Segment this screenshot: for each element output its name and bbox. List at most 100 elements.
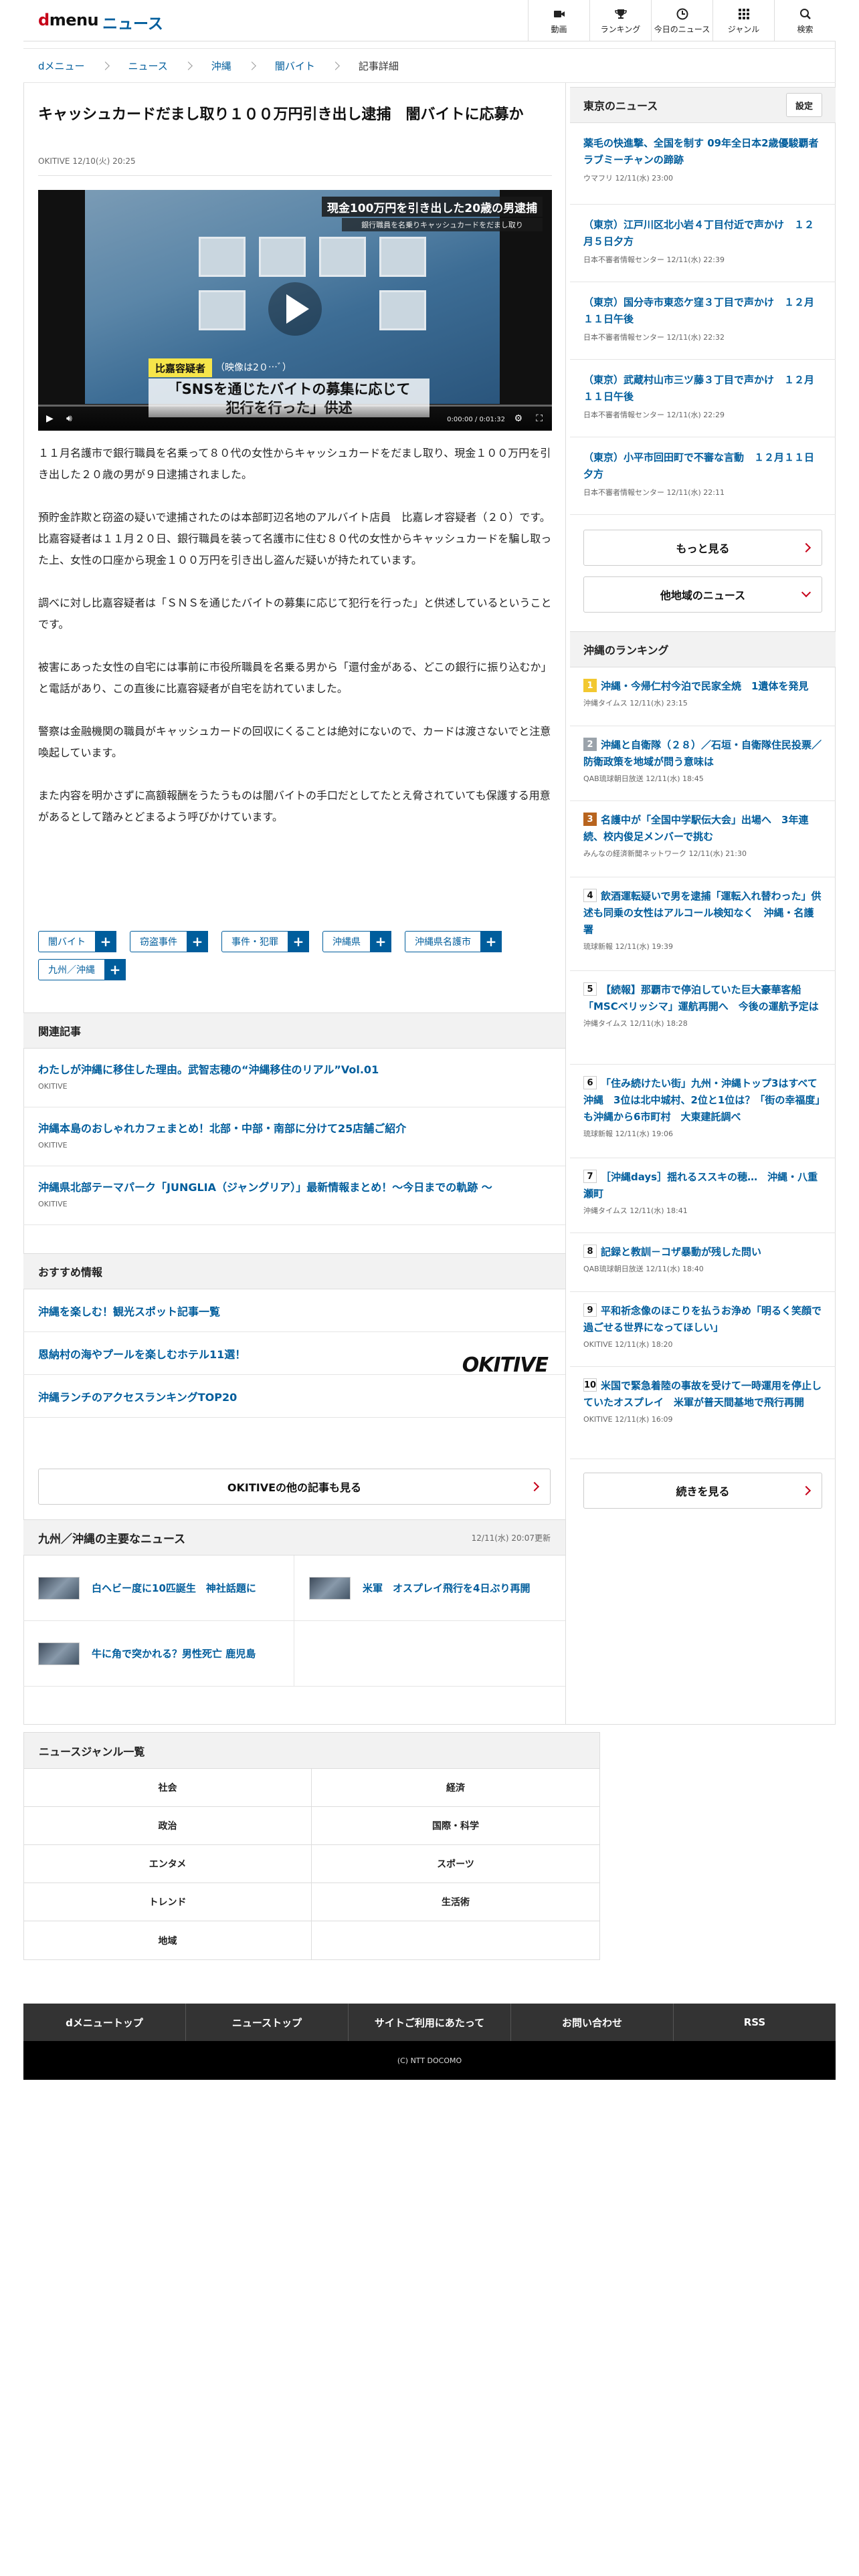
recommend-item[interactable]: 沖縄を楽しむ！観光スポット記事一覧 <box>23 1289 565 1332</box>
tokyo-news-item[interactable]: （東京）小平市回田町で不審な言動 １２月１１日夕方 日本不審者情報センター 12… <box>570 437 836 515</box>
news-logo[interactable]: ニュース <box>102 11 163 33</box>
settings-icon[interactable]: ⚙ <box>514 413 522 424</box>
follow-plus-icon[interactable]: + <box>480 931 502 952</box>
topic-tag[interactable]: 沖縄県 + <box>322 931 391 952</box>
ranking-title[interactable]: 9 平和祈念像のほこりを払うお浄め「明るく笑顔で過ごせる世界になってほしい」 <box>583 1303 822 1336</box>
other-region-button[interactable]: 他地域のニュース <box>583 576 822 613</box>
topic-tag[interactable]: 闇バイト + <box>38 931 116 952</box>
dmenu-logo[interactable]: dmenu <box>38 11 99 29</box>
tokyo-news-title[interactable]: （東京）武蔵村山市三ツ藤３丁目で声かけ １２月１１日午後 <box>583 372 822 405</box>
nav-search[interactable]: 検索 <box>774 0 836 41</box>
volume-icon[interactable]: 🔊︎ <box>66 413 72 424</box>
genre-item[interactable]: 社会 <box>24 1769 312 1807</box>
ranking-title[interactable]: 10 米国で緊急着陸の事故を受けて一時運用を停止していたオスプレイ 米軍が普天間基… <box>583 1378 822 1411</box>
ranking-title[interactable]: 5 【続報】那覇市で停泊していた巨大豪華客船「MSCベリッシマ」運航再開へ 今後の… <box>583 982 822 1015</box>
tokyo-news-item[interactable]: 薬毛の快進撃、全国を制す 09年全日本2歳優駿覇者ラブミーチャンの蹄跡 ウマフリ… <box>570 123 836 205</box>
ranking-title[interactable]: 4 飲酒運転疑いで男を逮捕「運転入れ替わった」供述も同乗の女性はアルコール検知なく… <box>583 888 822 938</box>
tokyo-news-title[interactable]: （東京）江戸川区北小岩４丁目付近で声かけ １２月５日夕方 <box>583 217 822 250</box>
ranking-item[interactable]: 2 沖縄と自衛隊（２８）／石垣・自衛隊住民投票／防衛政策を地域が問う意味は QAB… <box>570 726 836 801</box>
regional-news-item[interactable]: 米軍 オスプレイ飛行を4日ぶり再開 <box>294 1555 565 1621</box>
footer-link-dmenu-top[interactable]: dメニュートップ <box>23 2004 186 2041</box>
genre-item[interactable]: 地域 <box>24 1921 312 1959</box>
ranking-item[interactable]: 6 「住み続けたい街」九州・沖縄トップ3はすべて沖縄 3位は北中城村、2位と1位は… <box>570 1065 836 1158</box>
follow-plus-icon[interactable]: + <box>288 931 309 952</box>
tokyo-news-title[interactable]: 薬毛の快進撃、全国を制す 09年全日本2歳優駿覇者ラブミーチャンの蹄跡 <box>583 135 822 169</box>
footer-link-terms[interactable]: サイトご利用にあたって <box>349 2004 511 2041</box>
article-paragraph: 預貯金詐欺と窃盗の疑いで逮捕されたのは本部町辺名地のアルバイト店員 比嘉レオ容疑… <box>38 511 552 566</box>
ranking-title[interactable]: 8 記録と教訓－コザ暴動が残した問い <box>583 1244 822 1261</box>
ranking-item[interactable]: 1 沖縄・今帰仁村今泊で民家全焼 1遺体を発見 沖縄タイムス 12/11(水) 2… <box>570 667 836 726</box>
ranking-title[interactable]: 2 沖縄と自衛隊（２８）／石垣・自衛隊住民投票／防衛政策を地域が問う意味は <box>583 737 822 770</box>
okitive-more-button[interactable]: OKITIVEの他の記事も見る <box>38 1469 551 1505</box>
breadcrumb-yamibaito[interactable]: 闇バイト <box>275 59 315 73</box>
tokyo-news-item[interactable]: （東京）江戸川区北小岩４丁目付近で声かけ １２月５日夕方 日本不審者情報センター… <box>570 205 836 282</box>
tokyo-news-item[interactable]: （東京）武蔵村山市三ツ藤３丁目で声かけ １２月１１日午後 日本不審者情報センター… <box>570 360 836 437</box>
footer-link-contact[interactable]: お問い合わせ <box>511 2004 674 2041</box>
ranking-title[interactable]: 3 名護中が「全国中学駅伝大会」出場へ 3年連続、校内俊足メンバーで挑む <box>583 812 822 845</box>
follow-plus-icon[interactable]: + <box>104 959 126 980</box>
ranking-item[interactable]: 10 米国で緊急着陸の事故を受けて一時運用を停止していたオスプレイ 米軍が普天間基… <box>570 1367 836 1459</box>
breadcrumb-news[interactable]: ニュース <box>128 59 168 73</box>
follow-plus-icon[interactable]: + <box>187 931 208 952</box>
related-title[interactable]: わたしが沖縄に移住した理由。武智志穂の“沖縄移住のリアル”Vol.01 <box>38 1062 551 1078</box>
ranking-item[interactable]: 4 飲酒運転疑いで男を逮捕「運転入れ替わった」供述も同乗の女性はアルコール検知なく… <box>570 877 836 971</box>
content-bottom-divider <box>23 1724 836 1725</box>
nav-search-label: 検索 <box>797 24 814 34</box>
ranking-more-button[interactable]: 続きを見る <box>583 1473 822 1509</box>
regional-news-item[interactable]: 白ヘビー度に10匹誕生 神社話題に <box>23 1555 294 1621</box>
related-item[interactable]: 沖縄県北部テーマパーク「JUNGLIA（ジャングリア）」最新情報まとめ！～今日ま… <box>23 1166 565 1225</box>
video-player[interactable]: 現金100万円を引き出した20歳の男逮捕 銀行職員を名乗りキャッシュカードをだま… <box>38 190 552 431</box>
genre-item[interactable]: 生活術 <box>312 1883 599 1921</box>
article-paragraph: 被害にあった女性の自宅には事前に市役所職員を名乗る男から「還付金がある、どこの銀… <box>38 661 552 695</box>
regional-news-item[interactable]: 牛に角で突かれる？男性死亡 鹿児島 <box>23 1621 294 1687</box>
ranking-item[interactable]: 7 ［沖縄days］揺れるススキの穂… 沖縄・八重瀬町 沖縄タイムス 12/11(… <box>570 1158 836 1233</box>
ranking-item[interactable]: 5 【続報】那覇市で停泊していた巨大豪華客船「MSCベリッシマ」運航再開へ 今後の… <box>570 971 836 1065</box>
nav-video[interactable]: 動画 <box>528 0 589 41</box>
related-title[interactable]: 沖縄県北部テーマパーク「JUNGLIA（ジャングリア）」最新情報まとめ！～今日ま… <box>38 1180 551 1196</box>
topic-tag[interactable]: 九州／沖縄 + <box>38 959 126 980</box>
genre-item[interactable]: スポーツ <box>312 1845 599 1883</box>
ranking-title[interactable]: 1 沖縄・今帰仁村今泊で民家全焼 1遺体を発見 <box>583 678 822 695</box>
genre-grid: 社会 経済 政治 国際・科学 エンタメ スポーツ トレンド 生活術 地域 <box>24 1769 599 1959</box>
ranking-title[interactable]: 6 「住み続けたい街」九州・沖縄トップ3はすべて沖縄 3位は北中城村、2位と1位は… <box>583 1075 822 1125</box>
follow-plus-icon[interactable]: + <box>370 931 391 952</box>
rank-badge: 7 <box>583 1170 597 1183</box>
footer-link-news-top[interactable]: ニューストップ <box>186 2004 349 2041</box>
genre-item[interactable]: 経済 <box>312 1769 599 1807</box>
play-button[interactable] <box>268 282 322 336</box>
recommend-item[interactable]: 沖縄ランチのアクセスランキングTOP20 <box>23 1375 565 1418</box>
genre-item[interactable]: エンタメ <box>24 1845 312 1883</box>
nav-genre[interactable]: ジャンル <box>712 0 774 41</box>
breadcrumb-okinawa[interactable]: 沖縄 <box>211 59 231 73</box>
ranking-item[interactable]: 3 名護中が「全国中学駅伝大会」出場へ 3年連続、校内俊足メンバーで挑む みんなの… <box>570 801 836 877</box>
settings-button[interactable]: 設定 <box>786 93 822 117</box>
related-item[interactable]: わたしが沖縄に移住した理由。武智志穂の“沖縄移住のリアル”Vol.01 OKIT… <box>23 1049 565 1107</box>
play-small-icon[interactable]: ▶ <box>46 413 54 424</box>
ranking-title[interactable]: 7 ［沖縄days］揺れるススキの穂… 沖縄・八重瀬町 <box>583 1169 822 1202</box>
video-progress-bar[interactable] <box>38 405 552 407</box>
ranking-item[interactable]: 8 記録と教訓－コザ暴動が残した問い QAB琉球朝日放送 12/11(水) 18:… <box>570 1233 836 1292</box>
topic-tag[interactable]: 事件・犯罪 + <box>221 931 309 952</box>
regional-news-title: 牛に角で突かれる？男性死亡 鹿児島 <box>92 1648 256 1660</box>
breadcrumb-dmenu[interactable]: dメニュー <box>38 59 85 73</box>
tokyo-news-title[interactable]: （東京）小平市回田町で不審な言動 １２月１１日夕方 <box>583 449 822 483</box>
tokyo-news-source: 日本不審者情報センター 12/11(水) 22:32 <box>583 333 725 342</box>
genre-item[interactable]: 政治 <box>24 1807 312 1845</box>
news-thumbnail <box>309 1576 351 1600</box>
tokyo-news-title[interactable]: （東京）国分寺市東恋ケ窪３丁目で声かけ １２月１１日午後 <box>583 294 822 328</box>
genre-item[interactable]: 国際・科学 <box>312 1807 599 1845</box>
nav-ranking[interactable]: ランキング <box>589 0 651 41</box>
related-title[interactable]: 沖縄本島のおしゃれカフェまとめ！北部・中部・南部に分けて25店舗ご紹介 <box>38 1121 551 1137</box>
nav-today[interactable]: 今日のニュース <box>651 0 712 41</box>
follow-plus-icon[interactable]: + <box>95 931 116 952</box>
tokyo-more-button[interactable]: もっと見る <box>583 530 822 566</box>
fullscreen-icon[interactable]: ⛶ <box>536 413 543 424</box>
topic-tag[interactable]: 沖縄県名護市 + <box>405 931 502 952</box>
footer-link-rss[interactable]: RSS <box>674 2004 836 2041</box>
article-paragraph: また内容を明かさずに高額報酬をうたうものは闇バイトの手口だとしてたとえ脅されてい… <box>38 789 551 823</box>
related-item[interactable]: 沖縄本島のおしゃれカフェまとめ！北部・中部・南部に分けて25店舗ご紹介 OKIT… <box>23 1107 565 1166</box>
genre-item[interactable]: トレンド <box>24 1883 312 1921</box>
topic-tag[interactable]: 窃盗事件 + <box>130 931 208 952</box>
tokyo-news-item[interactable]: （東京）国分寺市東恋ケ窪３丁目で声かけ １２月１１日午後 日本不審者情報センター… <box>570 282 836 360</box>
ranking-item[interactable]: 9 平和祈念像のほこりを払うお浄め「明るく笑顔で過ごせる世界になってほしい」 OK… <box>570 1292 836 1367</box>
